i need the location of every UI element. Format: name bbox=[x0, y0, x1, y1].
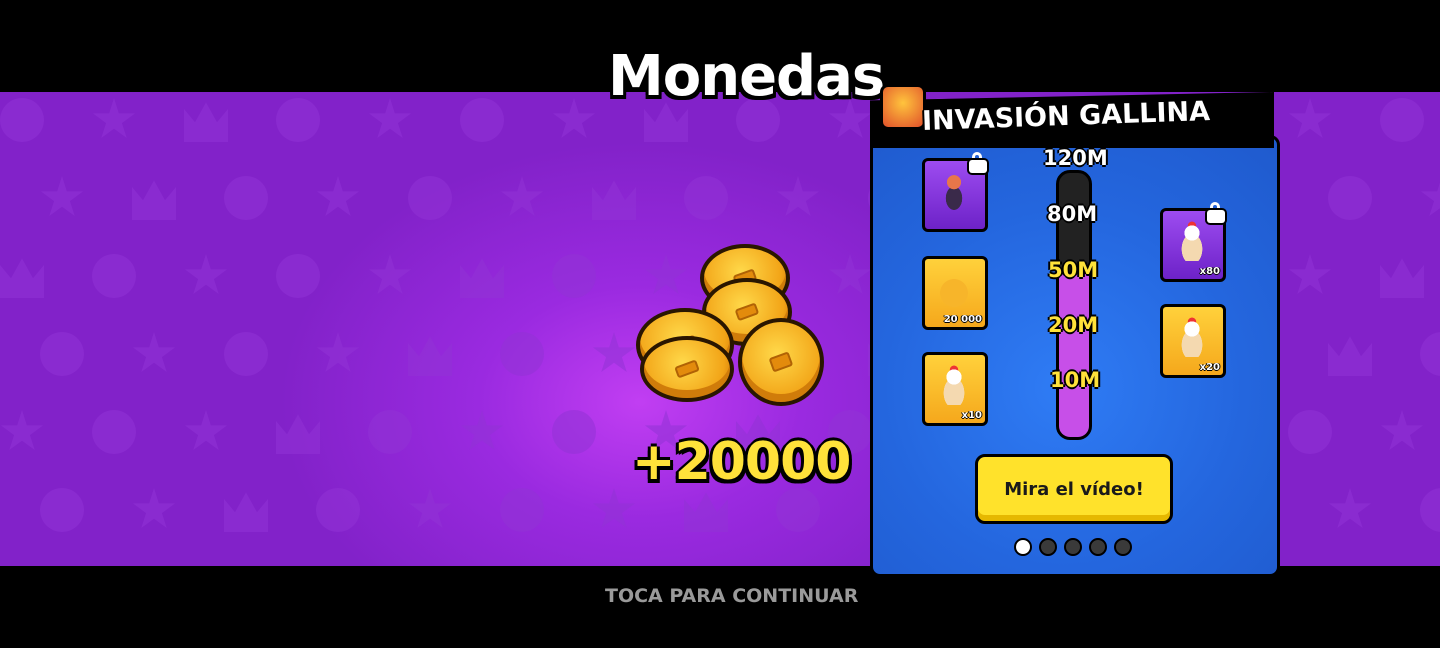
pattern-shape bbox=[408, 488, 452, 529]
page-dot[interactable] bbox=[1039, 538, 1057, 556]
page-dot[interactable] bbox=[1089, 538, 1107, 556]
pattern-shape bbox=[592, 488, 636, 529]
pattern-shape bbox=[592, 332, 636, 373]
pattern-shape bbox=[132, 180, 176, 220]
pattern-shape bbox=[0, 258, 44, 298]
pattern-shape bbox=[276, 254, 320, 298]
page-dot[interactable] bbox=[1114, 538, 1132, 556]
chicken-icon bbox=[1173, 317, 1211, 357]
pattern-shape bbox=[276, 98, 320, 142]
chicken-icon bbox=[935, 365, 973, 405]
pattern-shape bbox=[1380, 410, 1424, 451]
milestone-label: 120M bbox=[1043, 146, 1108, 170]
pattern-shape bbox=[184, 410, 228, 451]
pattern-shape bbox=[1420, 176, 1440, 217]
chicken-reward-20-card[interactable]: x20 bbox=[1160, 304, 1226, 378]
pattern-shape bbox=[224, 176, 268, 220]
coins-icon bbox=[935, 269, 973, 309]
pattern-shape bbox=[184, 102, 228, 142]
pattern-shape bbox=[408, 336, 452, 376]
pattern-shape bbox=[460, 410, 504, 451]
pattern-shape bbox=[92, 254, 136, 298]
pattern-shape bbox=[132, 332, 176, 373]
pattern-shape bbox=[1420, 332, 1440, 376]
pattern-shape bbox=[224, 492, 268, 532]
pattern-shape bbox=[1328, 336, 1372, 376]
reward-amount: +20000 bbox=[632, 432, 851, 492]
pattern-shape bbox=[460, 98, 504, 142]
milestone-label: 20M bbox=[1048, 313, 1099, 337]
pattern-shape bbox=[92, 98, 136, 139]
pattern-shape bbox=[552, 98, 596, 139]
reward-quantity: 20 000 bbox=[943, 314, 982, 325]
pattern-shape bbox=[40, 488, 84, 532]
pattern-shape bbox=[368, 98, 412, 139]
pattern-shape bbox=[0, 98, 44, 142]
brawler-icon bbox=[935, 171, 973, 211]
pattern-shape bbox=[408, 176, 452, 220]
chicken-icon bbox=[1173, 221, 1211, 261]
milestone-label: 80M bbox=[1047, 202, 1098, 226]
reward-quantity: x80 bbox=[1199, 266, 1220, 277]
pattern-shape bbox=[368, 410, 412, 454]
watch-video-button[interactable]: Mira el vídeo! bbox=[975, 454, 1173, 524]
pattern-shape bbox=[776, 488, 820, 532]
pattern-shape bbox=[132, 488, 176, 529]
milestone-label: 10M bbox=[1050, 368, 1101, 392]
lock-icon bbox=[1207, 202, 1225, 223]
coins-reward-card[interactable]: 20 000 bbox=[922, 256, 988, 330]
pattern-shape bbox=[1288, 98, 1332, 139]
pattern-shape bbox=[460, 258, 504, 298]
milestone-label: 50M bbox=[1048, 258, 1099, 282]
pattern-shape bbox=[500, 488, 544, 532]
pattern-shape bbox=[224, 332, 268, 376]
pattern-shape bbox=[40, 176, 84, 217]
lock-icon bbox=[969, 152, 987, 173]
pattern-shape bbox=[776, 176, 820, 217]
pattern-shape bbox=[276, 414, 320, 454]
pattern-shape bbox=[1288, 410, 1332, 454]
reward-quantity: x10 bbox=[961, 410, 982, 421]
pattern-shape bbox=[684, 492, 728, 532]
chicken-pins-reward-card[interactable]: x10 bbox=[922, 352, 988, 426]
pattern-shape bbox=[92, 410, 136, 454]
event-brawler-icon bbox=[880, 84, 926, 130]
pattern-shape bbox=[1328, 176, 1372, 220]
page-indicator bbox=[1014, 538, 1132, 556]
progress-fill bbox=[1059, 273, 1089, 437]
reward-quantity: x20 bbox=[1199, 362, 1220, 373]
pattern-shape bbox=[828, 254, 872, 295]
pattern-shape bbox=[592, 180, 636, 220]
pattern-shape bbox=[1328, 488, 1372, 529]
pattern-shape bbox=[500, 176, 544, 217]
pattern-shape bbox=[316, 176, 360, 217]
pattern-shape bbox=[40, 332, 84, 376]
pattern-shape bbox=[1380, 258, 1424, 298]
pattern-shape bbox=[1420, 488, 1440, 532]
pattern-shape bbox=[368, 254, 412, 295]
coins-icon bbox=[632, 240, 832, 410]
pattern-shape bbox=[0, 410, 44, 451]
pattern-shape bbox=[552, 254, 596, 298]
pattern-shape bbox=[684, 176, 728, 220]
tap-to-continue[interactable]: TOCA PARA CONTINUAR bbox=[605, 585, 858, 607]
pattern-shape bbox=[500, 332, 544, 376]
pattern-shape bbox=[1288, 254, 1332, 295]
pattern-shape bbox=[316, 488, 360, 532]
pattern-shape bbox=[316, 332, 360, 373]
reward-title: Monedas bbox=[608, 44, 885, 109]
page-dot[interactable] bbox=[1064, 538, 1082, 556]
page-dot[interactable] bbox=[1014, 538, 1032, 556]
pattern-shape bbox=[552, 410, 596, 454]
pattern-shape bbox=[1380, 98, 1424, 142]
pattern-shape bbox=[184, 254, 228, 295]
